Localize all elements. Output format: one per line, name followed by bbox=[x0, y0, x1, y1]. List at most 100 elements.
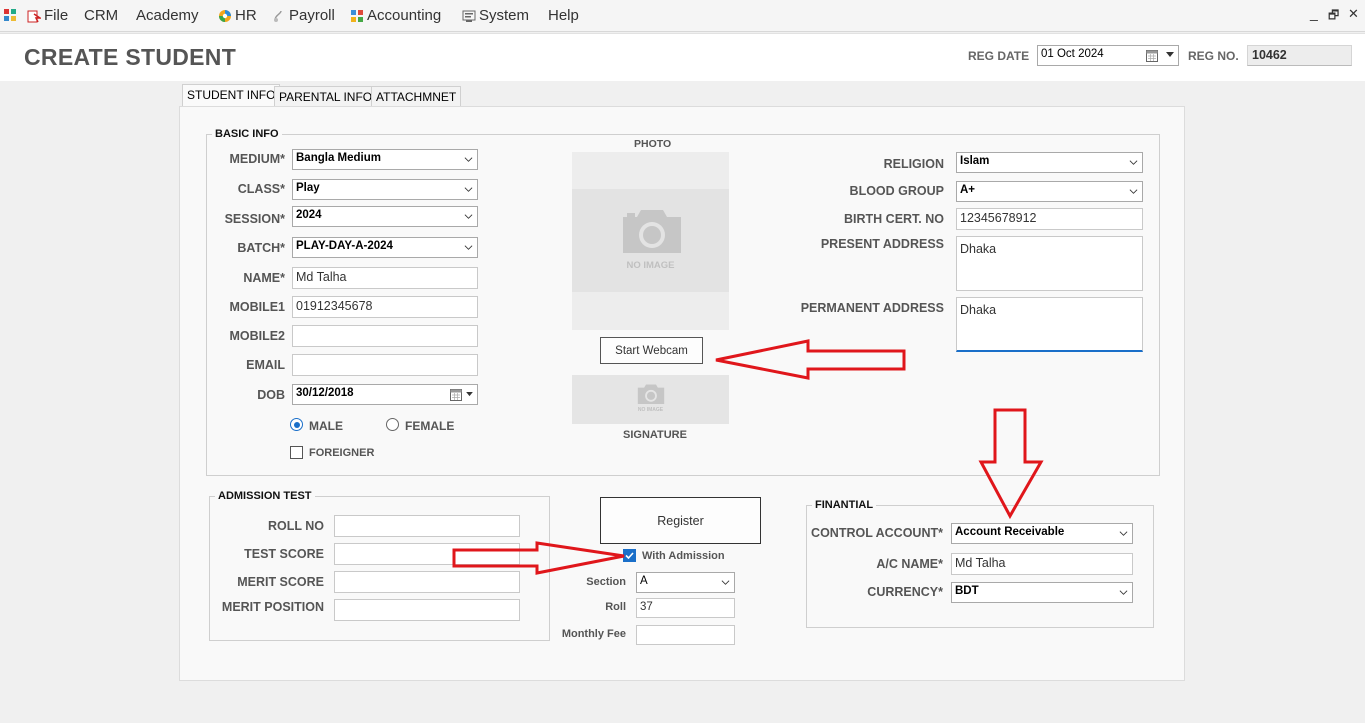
batch-label: BATCH* bbox=[237, 241, 285, 255]
menu-file[interactable]: File bbox=[27, 7, 68, 24]
religion-label: RELIGION bbox=[883, 157, 944, 171]
currency-select[interactable]: BDT bbox=[951, 582, 1133, 603]
present-address-input[interactable]: Dhaka bbox=[956, 236, 1143, 291]
register-button[interactable]: Register bbox=[600, 497, 761, 544]
test-score-label: TEST SCORE bbox=[244, 547, 324, 561]
reg-date-value: 01 Oct 2024 bbox=[1041, 48, 1104, 60]
minimize-button[interactable]: _ bbox=[1310, 5, 1318, 21]
medium-value: Bangla Medium bbox=[296, 152, 381, 164]
tab-attachment[interactable]: ATTACHMNET bbox=[371, 86, 462, 107]
batch-value: PLAY-DAY-A-2024 bbox=[296, 240, 393, 252]
chevron-down-icon bbox=[721, 580, 730, 585]
currency-value: BDT bbox=[955, 585, 979, 597]
signature-box[interactable]: NO IMAGE bbox=[572, 375, 729, 424]
gender-male-radio[interactable] bbox=[290, 418, 303, 431]
name-input[interactable]: Md Talha bbox=[292, 267, 478, 289]
menu-accounting[interactable]: Accounting bbox=[350, 7, 441, 24]
permanent-address-input[interactable]: Dhaka bbox=[956, 297, 1143, 352]
class-select[interactable]: Play bbox=[292, 179, 478, 200]
basic-info-title: BASIC INFO bbox=[212, 128, 282, 140]
merit-position-label: MERIT POSITION bbox=[221, 600, 324, 614]
dob-picker[interactable]: 30/12/2018 bbox=[292, 384, 478, 405]
foreigner-checkbox[interactable] bbox=[290, 446, 303, 459]
page-title: CREATE STUDENT bbox=[24, 44, 237, 70]
medium-label: MEDIUM* bbox=[229, 152, 285, 166]
calendar-icon[interactable] bbox=[1146, 49, 1158, 62]
test-score-input[interactable] bbox=[334, 543, 520, 565]
ac-name-input[interactable]: Md Talha bbox=[951, 553, 1133, 575]
menu-system-label: System bbox=[479, 7, 530, 24]
blood-group-label: BLOOD GROUP bbox=[849, 184, 944, 198]
photo-no-image-text: NO IMAGE bbox=[626, 260, 675, 271]
batch-select[interactable]: PLAY-DAY-A-2024 bbox=[292, 237, 478, 258]
birth-cert-input[interactable]: 12345678912 bbox=[956, 208, 1143, 230]
reg-date-picker[interactable]: 01 Oct 2024 bbox=[1037, 45, 1179, 66]
birth-cert-label: BIRTH CERT. NO bbox=[844, 212, 944, 226]
menu-crm-label: CRM bbox=[84, 7, 119, 24]
menu-crm[interactable]: CRM bbox=[84, 7, 118, 24]
monthly-fee-input[interactable] bbox=[636, 625, 735, 645]
mobile1-input[interactable]: 01912345678 bbox=[292, 296, 478, 318]
with-admission-checkbox[interactable] bbox=[623, 549, 636, 562]
admission-test-title: ADMISSION TEST bbox=[215, 490, 315, 502]
roll-input[interactable]: 37 bbox=[636, 598, 735, 618]
photo-label: PHOTO bbox=[634, 138, 672, 150]
mobile2-input[interactable] bbox=[292, 325, 478, 347]
roll-no-input[interactable] bbox=[334, 515, 520, 537]
mobile1-label: MOBILE1 bbox=[229, 300, 285, 314]
blood-group-value: A+ bbox=[960, 184, 976, 196]
gender-female-label: FEMALE bbox=[405, 419, 455, 433]
email-input[interactable] bbox=[292, 354, 478, 376]
reg-date-label: REG DATE bbox=[968, 49, 1030, 63]
ac-name-label: A/C NAME* bbox=[876, 557, 943, 571]
foreigner-label: FOREIGNER bbox=[309, 447, 375, 459]
control-account-label: CONTROL ACCOUNT* bbox=[811, 526, 943, 540]
religion-select[interactable]: Islam bbox=[956, 152, 1143, 173]
menu-help[interactable]: Help bbox=[548, 7, 579, 24]
system-icon bbox=[462, 10, 476, 22]
chevron-down-icon bbox=[464, 245, 473, 250]
control-account-value: Account Receivable bbox=[955, 526, 1065, 538]
menu-hr-label: HR bbox=[235, 7, 257, 24]
financial-title: FINANTIAL bbox=[812, 499, 877, 511]
session-select[interactable]: 2024 bbox=[292, 206, 478, 227]
merit-position-input[interactable] bbox=[334, 599, 520, 621]
session-label: SESSION* bbox=[224, 212, 285, 226]
blood-group-select[interactable]: A+ bbox=[956, 181, 1143, 202]
menubar: File CRM Academy HR Payroll Accounting S… bbox=[0, 0, 1365, 32]
payroll-icon bbox=[274, 10, 282, 22]
menu-academy-label: Academy bbox=[136, 7, 199, 24]
app-icon[interactable] bbox=[3, 8, 17, 25]
tab-parental-info[interactable]: PARENTAL INFO bbox=[274, 86, 378, 107]
menu-help-label: Help bbox=[548, 7, 579, 24]
chevron-down-icon bbox=[464, 214, 473, 219]
religion-value: Islam bbox=[960, 155, 990, 167]
dob-label: DOB bbox=[257, 388, 285, 402]
menu-academy[interactable]: Academy bbox=[136, 7, 199, 24]
menu-accounting-label: Accounting bbox=[367, 7, 442, 24]
tab-student-info[interactable]: STUDENT INFO bbox=[182, 84, 281, 107]
close-button[interactable]: ✕ bbox=[1348, 6, 1359, 22]
menu-hr[interactable]: HR bbox=[218, 7, 257, 24]
camera-icon bbox=[637, 384, 665, 404]
dob-value: 30/12/2018 bbox=[296, 387, 354, 399]
medium-select[interactable]: Bangla Medium bbox=[292, 149, 478, 170]
permanent-address-label: PERMANENT ADDRESS bbox=[800, 301, 944, 315]
file-menu-icon bbox=[27, 10, 41, 22]
menu-file-label: File bbox=[44, 7, 69, 24]
gender-female-radio[interactable] bbox=[386, 418, 399, 431]
class-value: Play bbox=[296, 182, 320, 194]
merit-score-input[interactable] bbox=[334, 571, 520, 593]
menu-system[interactable]: System bbox=[462, 7, 529, 24]
photo-box[interactable]: NO IMAGE bbox=[572, 152, 729, 330]
restore-button[interactable]: 🗗 bbox=[1328, 6, 1339, 27]
class-label: CLASS* bbox=[237, 182, 285, 196]
calendar-icon[interactable] bbox=[450, 388, 462, 401]
mobile2-label: MOBILE2 bbox=[229, 329, 285, 343]
start-webcam-button[interactable]: Start Webcam bbox=[600, 337, 703, 364]
chevron-down-icon bbox=[1129, 189, 1138, 194]
section-select[interactable]: A bbox=[636, 572, 735, 593]
roll-label: Roll bbox=[605, 601, 626, 613]
menu-payroll[interactable]: Payroll bbox=[272, 7, 335, 24]
control-account-select[interactable]: Account Receivable bbox=[951, 523, 1133, 544]
